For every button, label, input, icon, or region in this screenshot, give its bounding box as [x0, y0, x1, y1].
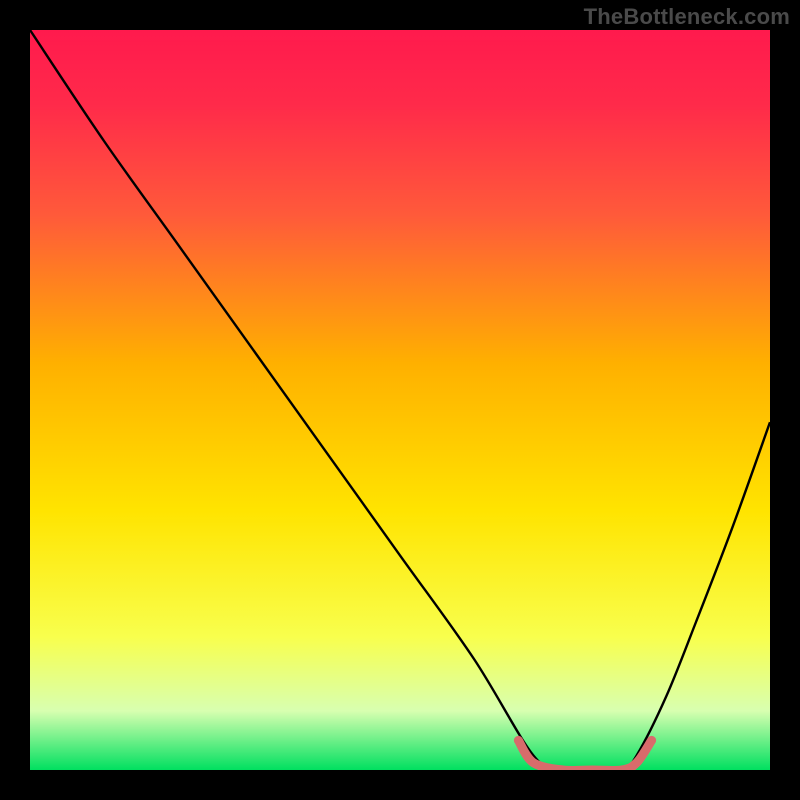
chart-svg	[30, 30, 770, 770]
chart-frame: TheBottleneck.com	[0, 0, 800, 800]
gradient-background	[30, 30, 770, 770]
attribution-text: TheBottleneck.com	[584, 4, 790, 30]
chart-plot	[30, 30, 770, 770]
